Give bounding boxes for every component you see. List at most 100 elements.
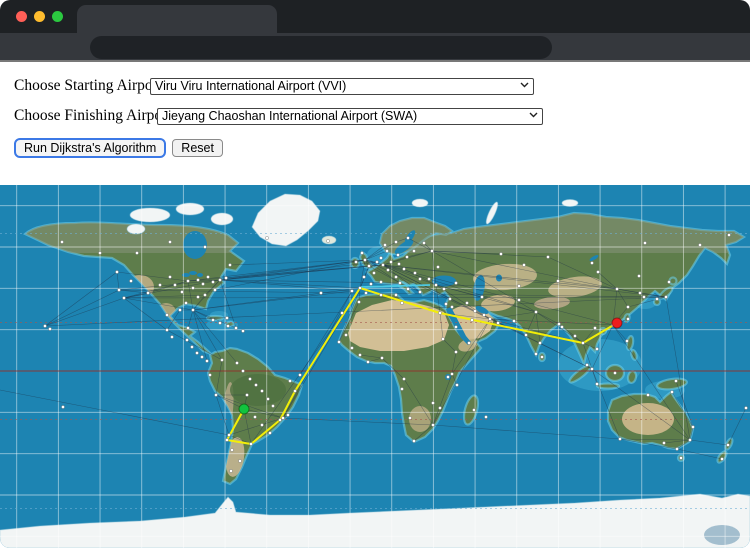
reset-button[interactable]: Reset — [172, 139, 223, 157]
airport-dot — [146, 291, 149, 294]
airport-dot — [522, 263, 525, 266]
airport-dot — [178, 308, 181, 311]
airport-dot — [560, 325, 563, 328]
airport-dot — [540, 355, 543, 358]
airport-dot — [488, 317, 491, 320]
airport-dot — [675, 447, 678, 450]
airport-dot — [595, 382, 598, 385]
address-bar[interactable] — [90, 36, 552, 59]
airport-dot — [499, 252, 502, 255]
close-button[interactable] — [16, 11, 27, 22]
airport-dot — [394, 240, 397, 243]
airport-dot — [596, 270, 599, 273]
airport-dot — [454, 350, 457, 353]
airport-dot — [744, 406, 747, 409]
airport-dot — [211, 318, 214, 321]
airport-dot — [227, 433, 230, 436]
start-airport-select[interactable]: Viru Viru International Airport (VVI) — [150, 78, 534, 95]
airport-dot — [369, 282, 372, 285]
airport-dot — [375, 260, 378, 263]
airport-dot — [473, 309, 476, 312]
airport-dot — [667, 280, 670, 283]
airport-dot — [643, 241, 646, 244]
end-airport-marker — [612, 318, 622, 328]
browser-toolbar — [0, 33, 750, 62]
airport-dot — [135, 251, 138, 254]
airport-dot — [281, 416, 284, 419]
airport-dot — [625, 339, 628, 342]
run-dijkstra-button[interactable]: Run Dijkstra's Algorithm — [14, 138, 166, 158]
maximize-button[interactable] — [52, 11, 63, 22]
airport-dot — [618, 437, 621, 440]
airport-dot — [397, 262, 400, 265]
airport-dot — [168, 275, 171, 278]
airport-dot — [396, 253, 399, 256]
airport-dot — [260, 389, 263, 392]
airport-dot — [679, 456, 682, 459]
world-map — [0, 185, 750, 548]
browser-tab[interactable] — [77, 5, 277, 33]
airport-dot — [98, 251, 101, 254]
minimize-button[interactable] — [34, 11, 45, 22]
airport-dot — [412, 439, 415, 442]
airport-dot — [418, 277, 421, 280]
arctic-islands — [130, 208, 170, 222]
airport-dot — [249, 442, 252, 445]
ross-sea — [704, 525, 740, 545]
airport-dot — [430, 249, 433, 252]
airport-dot — [173, 283, 176, 286]
airport-dot — [389, 260, 392, 263]
airport-dot — [298, 373, 301, 376]
airport-dot — [225, 316, 228, 319]
airport-dot — [288, 379, 291, 382]
airport-dot — [517, 298, 520, 301]
airport-dot — [484, 415, 487, 418]
airport-dot — [394, 275, 397, 278]
airport-dot — [196, 295, 199, 298]
airport-dot — [674, 379, 677, 382]
airport-dot — [406, 236, 409, 239]
airport-dot — [238, 459, 241, 462]
airport-dot — [662, 441, 665, 444]
airport-dot — [646, 393, 649, 396]
finish-airport-select[interactable]: Jieyang Chaoshan International Airport (… — [157, 108, 543, 125]
airport-dot — [48, 327, 51, 330]
airport-dot — [286, 413, 289, 416]
airport-dot — [363, 258, 366, 261]
airport-dot — [200, 355, 203, 358]
airport-dot — [405, 255, 408, 258]
hudson-bay — [183, 231, 207, 259]
airport-dot — [218, 321, 221, 324]
airport-dot — [434, 283, 437, 286]
airport-dot — [165, 328, 168, 331]
airport-dot — [372, 271, 375, 274]
airport-dot — [225, 438, 228, 441]
airport-dot — [245, 393, 248, 396]
airport-dot — [470, 318, 473, 321]
airport-dot — [191, 286, 194, 289]
airport-dot — [226, 324, 229, 327]
airport-dot — [122, 296, 125, 299]
airport-dot — [593, 326, 596, 329]
airport-dot — [170, 335, 173, 338]
airport-dot — [271, 404, 274, 407]
sulawesi — [627, 370, 637, 383]
airport-dot — [254, 383, 257, 386]
airport-dot — [615, 287, 618, 290]
airport-dot — [438, 311, 441, 314]
airport-dot — [664, 295, 667, 298]
airport-dot — [350, 346, 353, 349]
airport-dot — [698, 243, 701, 246]
airport-dot — [413, 271, 416, 274]
airport-dot — [444, 302, 447, 305]
airport-dot — [590, 261, 593, 264]
airport-dot — [556, 279, 559, 282]
airport-dot — [480, 295, 483, 298]
airport-dot — [534, 310, 537, 313]
airport-dot — [418, 290, 421, 293]
airport-dot — [266, 397, 269, 400]
airport-dot — [450, 372, 453, 375]
airport-dot — [168, 240, 171, 243]
airport-dot — [203, 245, 206, 248]
airport-dot — [446, 375, 449, 378]
